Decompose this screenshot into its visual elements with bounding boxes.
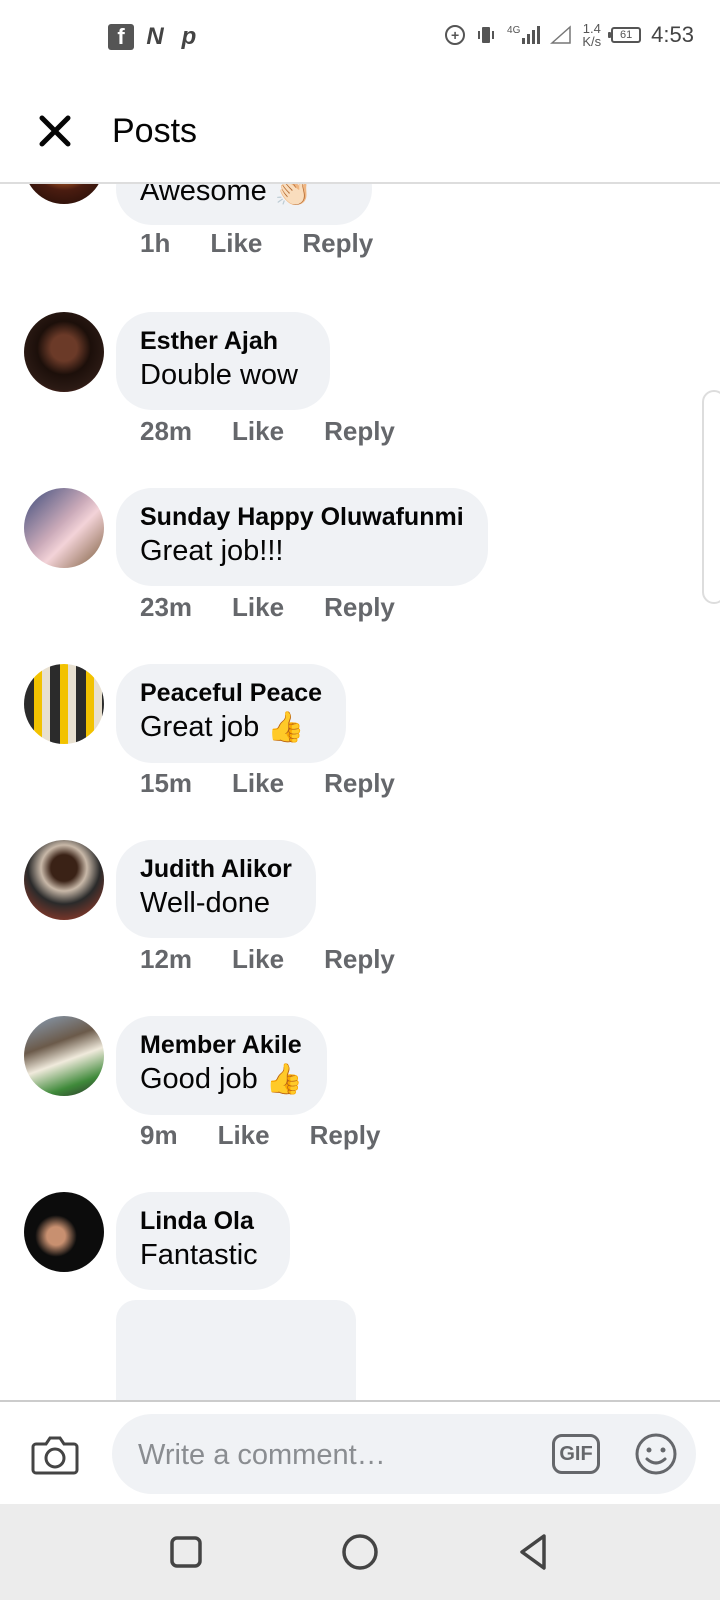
- comment-actions: 23m Like Reply: [140, 592, 395, 623]
- network-speed: 1.4 K/s: [582, 21, 602, 49]
- comment-bubble[interactable]: Awesome 👏🏻: [116, 182, 373, 226]
- reply-button[interactable]: Reply: [324, 768, 395, 799]
- commenter-name[interactable]: Sunday Happy Oluwafunmi: [140, 502, 464, 532]
- system-status: + 4G 1.4 K/s 61 4:53: [445, 22, 694, 48]
- comment-bubble[interactable]: Sunday Happy Oluwafunmi Great job!!!: [116, 488, 488, 586]
- comment-time: 12m: [140, 944, 193, 974]
- page-title: Posts: [112, 112, 198, 150]
- system-navigation-bar: [0, 1504, 720, 1600]
- avatar[interactable]: [24, 1016, 104, 1096]
- news-app-icon: N: [146, 23, 164, 50]
- comment-time: 9m: [140, 1120, 178, 1150]
- notification-icons: f N p: [108, 23, 202, 50]
- comment-box: GIF: [112, 1414, 696, 1496]
- avatar[interactable]: [24, 312, 104, 392]
- reply-button[interactable]: Reply: [302, 228, 373, 259]
- comment-bubble[interactable]: Linda Ola Fantastic: [116, 1192, 290, 1290]
- like-button[interactable]: Like: [232, 944, 284, 975]
- like-button[interactable]: Like: [232, 416, 284, 447]
- avatar[interactable]: [24, 488, 104, 568]
- reply-button[interactable]: Reply: [324, 592, 395, 623]
- avatar[interactable]: [24, 840, 104, 920]
- comment-time: 23m: [140, 592, 193, 622]
- like-button[interactable]: Like: [218, 1120, 270, 1151]
- battery-icon: 61: [608, 27, 642, 43]
- camera-icon[interactable]: [30, 1430, 80, 1478]
- avatar[interactable]: [24, 664, 104, 744]
- comments-list: Awesome 👏🏻 1h Like Reply Esther Ajah Dou…: [0, 182, 720, 1400]
- vibrate-icon: [478, 27, 495, 43]
- commenter-name[interactable]: Esther Ajah: [140, 326, 298, 356]
- facebook-app-icon: f: [108, 24, 134, 50]
- comment-bubble[interactable]: Peaceful Peace Great job 👍: [116, 664, 347, 764]
- comment-input[interactable]: [136, 1414, 520, 1496]
- recent-apps-icon[interactable]: [164, 1530, 208, 1574]
- comment-time: 15m: [140, 768, 193, 798]
- signal-icon: 4G: [507, 25, 541, 44]
- gif-button[interactable]: GIF: [552, 1434, 600, 1474]
- commenter-name[interactable]: Member Akile: [140, 1030, 303, 1060]
- comment-text: Well-done: [140, 887, 271, 919]
- comment-bubble[interactable]: Esther Ajah Double wow: [116, 312, 330, 410]
- comment-text: Double wow: [140, 359, 298, 391]
- reply-button[interactable]: Reply: [324, 944, 395, 975]
- attachment-placeholder: [116, 1300, 356, 1400]
- comment-actions: 12m Like Reply: [140, 944, 395, 975]
- emoji-icon[interactable]: [634, 1432, 678, 1476]
- data-saver-icon: +: [445, 25, 466, 45]
- comment-time: 1h: [140, 228, 171, 258]
- network-type-label: 4G: [507, 25, 521, 36]
- comment-bubble[interactable]: Member Akile Good job 👍: [116, 1016, 328, 1116]
- top-bar: Posts: [0, 80, 720, 184]
- comment-actions: 15m Like Reply: [140, 768, 395, 799]
- comment-time: 28m: [140, 416, 193, 446]
- comment-actions: 28m Like Reply: [140, 416, 395, 447]
- comment-text: Awesome 👏🏻: [140, 182, 313, 209]
- comment-bubble[interactable]: Judith Alikor Well-done: [116, 840, 316, 938]
- reply-button[interactable]: Reply: [310, 1120, 381, 1151]
- avatar[interactable]: [24, 182, 104, 204]
- avatar[interactable]: [24, 1192, 104, 1272]
- reply-button[interactable]: Reply: [324, 416, 395, 447]
- comment-text: Great job 👍: [140, 711, 305, 745]
- like-button[interactable]: Like: [210, 228, 262, 259]
- comment-composer: GIF: [0, 1400, 720, 1506]
- comment-text: Great job!!!: [140, 535, 284, 567]
- floating-side-panel[interactable]: [702, 390, 720, 604]
- wifi-signal-icon: [550, 25, 572, 44]
- clock: 4:53: [651, 22, 694, 47]
- commenter-name[interactable]: Peaceful Peace: [140, 678, 322, 708]
- comment-text: Fantastic: [140, 1239, 258, 1271]
- like-button[interactable]: Like: [232, 768, 284, 799]
- close-icon[interactable]: [30, 106, 80, 156]
- status-bar: f N p + 4G 1.4 K/s 61 4:53: [0, 0, 720, 80]
- commenter-name[interactable]: Linda Ola: [140, 1206, 258, 1236]
- p-app-icon: p: [181, 23, 197, 50]
- commenter-name[interactable]: Judith Alikor: [140, 854, 292, 884]
- comment-text: Good job 👍: [140, 1063, 304, 1097]
- comment-actions: 9m Like Reply: [140, 1120, 380, 1151]
- back-icon[interactable]: [512, 1530, 556, 1574]
- like-button[interactable]: Like: [232, 592, 284, 623]
- comment-actions: 1h Like Reply: [140, 228, 373, 259]
- home-icon[interactable]: [338, 1530, 382, 1574]
